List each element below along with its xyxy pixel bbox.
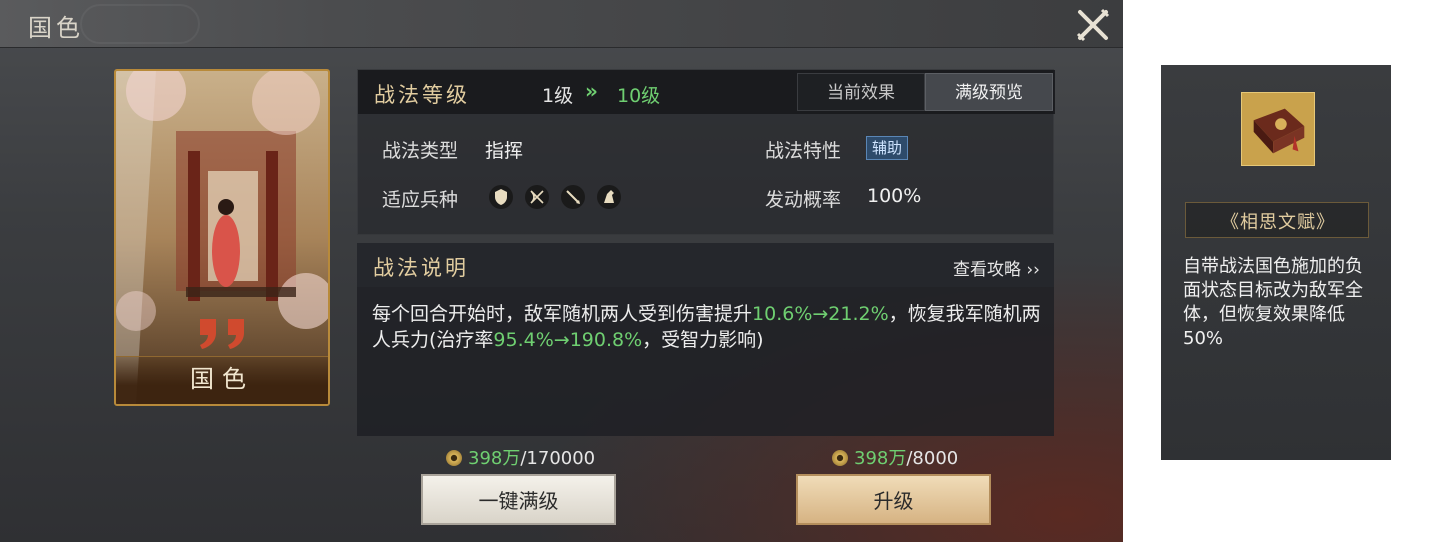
tactic-panel: 国色 国色 战法等级 1级 » 10级 当前效果 满级预览 战法类型 指挥 战法…	[0, 0, 1123, 542]
close-button[interactable]	[1072, 4, 1114, 46]
book-title: 《相思文赋》	[1221, 212, 1335, 233]
tactic-type-label: 战法类型	[382, 140, 459, 162]
page-title: 国色	[28, 14, 84, 42]
damage-increase-value: 10.6%→21.2%	[752, 303, 889, 325]
level-section: 战法等级 1级 » 10级 当前效果 满级预览 战法类型 指挥 战法特性 辅助 …	[357, 69, 1055, 235]
trait-tag: 辅助	[866, 136, 909, 160]
card-name: 国色	[190, 365, 254, 393]
level-header: 战法等级 1级 » 10级 当前效果 满级预览	[358, 70, 1055, 114]
tab-max-preview[interactable]: 满级预览	[925, 73, 1053, 111]
book-description: 自带战法国色施加的负面状态目标改为敌军全体，但恢复效果降低50%	[1183, 256, 1363, 349]
book-tooltip-panel: 《相思文赋》 自带战法国色施加的负面状态目标改为敌军全体，但恢复效果降低50%	[1161, 65, 1391, 460]
title-decoration	[80, 4, 200, 44]
description-segment: ，受智力影响)	[642, 329, 764, 351]
resource-owned: 398万	[468, 448, 521, 469]
book-icon	[1241, 92, 1315, 166]
close-icon	[1076, 8, 1110, 42]
tactic-trait-label: 战法特性	[765, 140, 842, 162]
description-header: 战法说明 查看攻略 ››	[357, 243, 1054, 287]
level-to: 10级	[617, 85, 661, 107]
description-segment: 每个回合开始时，敌军随机两人受到伤害提升	[372, 303, 753, 325]
resource-needed: /170000	[520, 448, 596, 469]
troop-types-label: 适应兵种	[382, 189, 459, 211]
trigger-rate-label: 发动概率	[765, 189, 842, 211]
level-arrow-icon: »	[585, 79, 598, 103]
tactic-type-value: 指挥	[485, 140, 524, 162]
description-text: 每个回合开始时，敌军随机两人受到伤害提升10.6%→21.2%，恢复我军随机两人…	[372, 301, 1044, 353]
trigger-rate-value: 100%	[867, 185, 922, 207]
quote-mark-icon	[200, 319, 244, 349]
resource-needed: /8000	[906, 448, 959, 469]
view-guide-link[interactable]: 查看攻略 ››	[953, 255, 1040, 280]
copper-coin-icon	[446, 450, 462, 466]
copper-coin-icon	[832, 450, 848, 466]
level-from: 1级	[542, 85, 574, 107]
book-title-frame: 《相思文赋》	[1185, 202, 1369, 238]
description-section: 战法说明 查看攻略 ›› 每个回合开始时，敌军随机两人受到伤害提升10.6%→2…	[357, 243, 1054, 436]
resource-owned: 398万	[854, 448, 907, 469]
shield-icon	[489, 185, 513, 209]
bow-icon	[525, 185, 549, 209]
upgrade-cost: 398万/8000	[832, 444, 958, 470]
heal-rate-value: 95.4%→190.8%	[493, 329, 643, 351]
description-title: 战法说明	[373, 256, 469, 280]
tactic-card: 国色	[114, 69, 330, 406]
card-artwork	[116, 71, 328, 404]
spear-icon	[561, 185, 585, 209]
max-level-button[interactable]: 一键满级	[421, 474, 616, 525]
tab-current-effect[interactable]: 当前效果	[797, 73, 925, 111]
level-title: 战法等级	[374, 83, 470, 107]
upgrade-button[interactable]: 升级	[796, 474, 991, 525]
title-bar: 国色	[0, 0, 1123, 48]
horse-icon	[597, 185, 621, 209]
max-level-cost: 398万/170000	[446, 444, 595, 470]
